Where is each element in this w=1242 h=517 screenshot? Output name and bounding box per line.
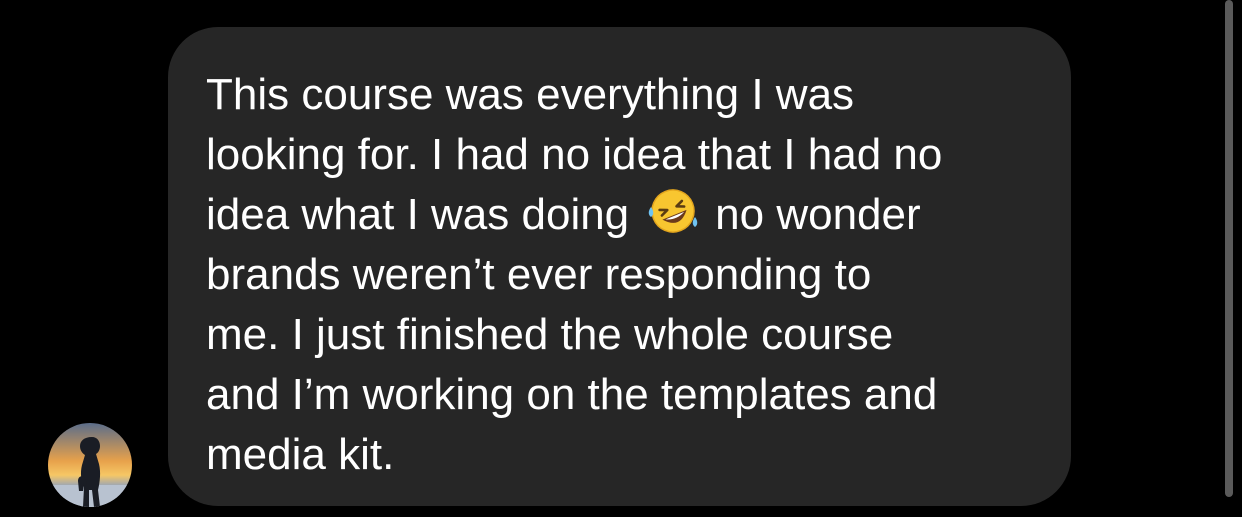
chat-screen: This course was everything I was looking… [0,0,1242,517]
message-line: me. I just finished the whole course [206,310,894,359]
scrollbar[interactable] [1225,0,1233,497]
message-text-segment: idea what I was doing [206,190,630,239]
rolling-on-floor-laughing-icon [645,187,701,235]
message-line: brands weren’t ever responding to [206,250,872,299]
message-text-segment: no wonder [715,190,921,239]
message-line: looking for. I had no idea that I had no [206,130,943,179]
message-bubble[interactable]: This course was everything I was looking… [168,27,1071,506]
avatar-photo-icon [48,423,132,507]
message-line: This course was everything I was [206,70,855,119]
message-line-with-emoji: idea what I was doing no wonder [206,185,1041,245]
message-line: media kit. [206,430,395,479]
sender-avatar[interactable] [48,423,132,507]
message-line: and I’m working on the templates and [206,370,938,419]
